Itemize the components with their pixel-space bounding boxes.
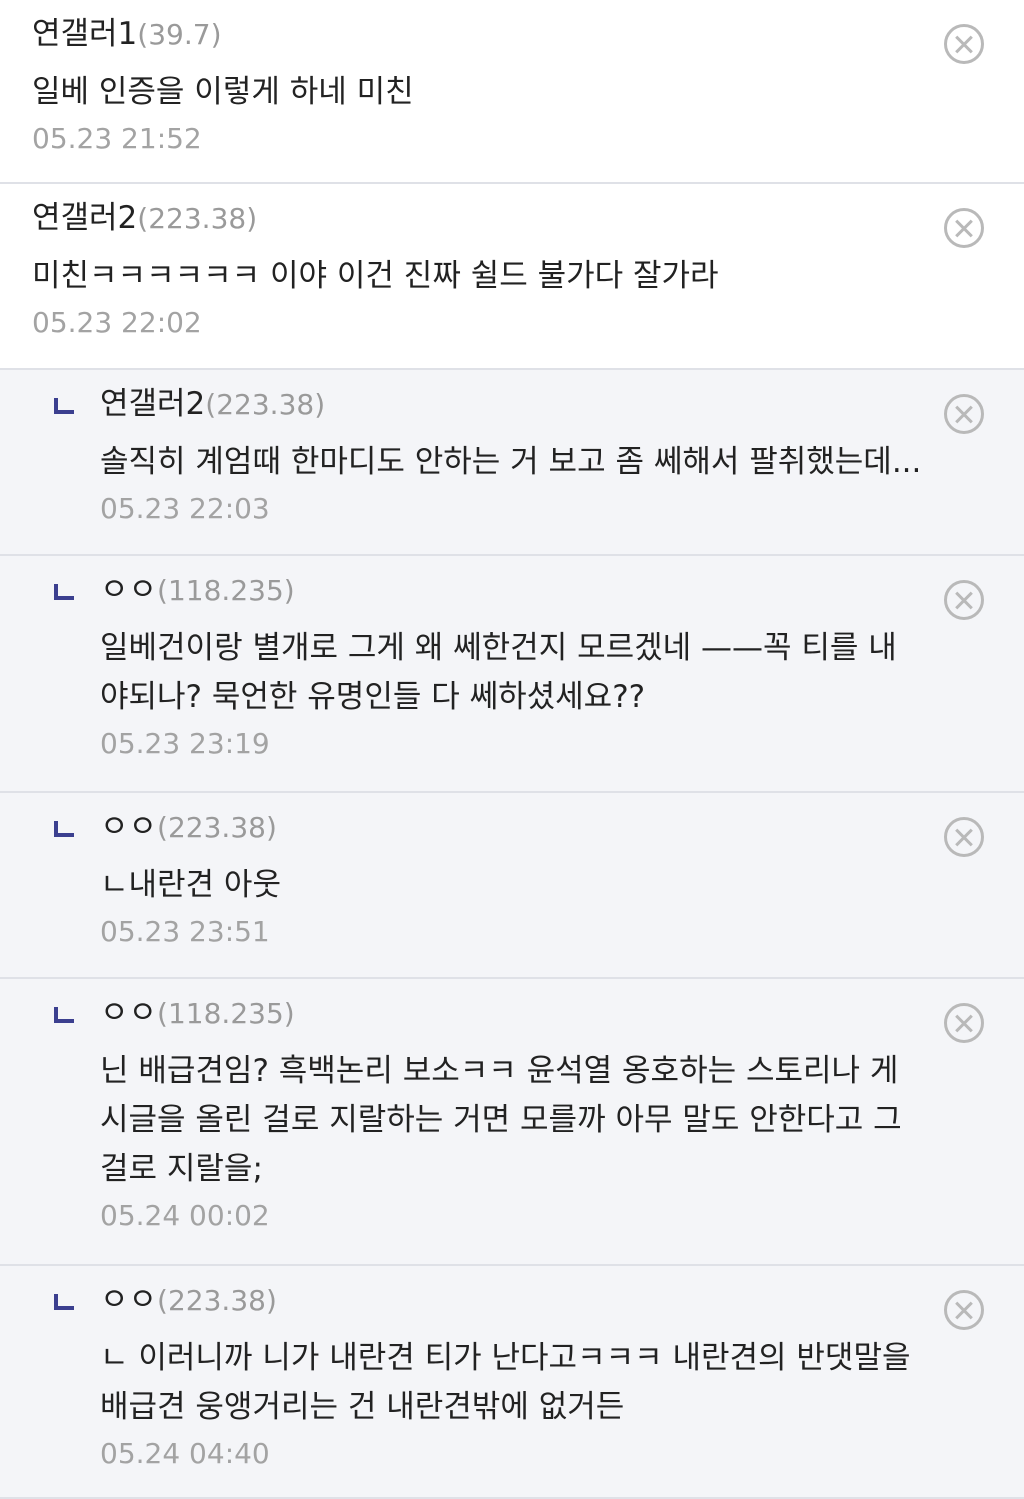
comment-time: 05.23 21:52	[32, 122, 202, 155]
comment-header: 연갤러1(39.7)	[32, 14, 924, 54]
comment-item: 연갤러1(39.7) 일베 인증을 이렇게 하네 미친 05.23 21:52	[0, 0, 1024, 184]
close-circle-icon[interactable]	[944, 24, 984, 64]
close-circle-icon[interactable]	[944, 394, 984, 434]
comment-nickname[interactable]: 연갤러2	[100, 386, 205, 422]
comment-text: 솔직히 계엄때 한마디도 안하는 거 보고 좀 쎄해서 팔취했는데...	[100, 444, 922, 480]
comment-nickname[interactable]: ㅇㅇ	[100, 572, 157, 608]
comment-time: 05.23 23:19	[100, 727, 270, 760]
comment-ip: (223.38)	[157, 1284, 277, 1317]
comment-text: 일베 인증을 이렇게 하네 미친	[32, 74, 414, 110]
comment-nickname[interactable]: ㅇㅇ	[100, 809, 157, 845]
close-circle-icon[interactable]	[944, 580, 984, 620]
close-circle-icon[interactable]	[944, 1290, 984, 1330]
reply-item: 연갤러2(223.38) 솔직히 계엄때 한마디도 안하는 거 보고 좀 쎄해서…	[0, 370, 1024, 556]
comment-ip: (39.7)	[137, 18, 222, 51]
comment-text: ㄴ내란견 아웃	[100, 867, 281, 903]
comment-header: ㅇㅇ(118.235)	[100, 570, 924, 610]
comment-nickname[interactable]: 연갤러1	[32, 16, 137, 52]
reply-arrow-icon	[54, 584, 74, 600]
reply-arrow-icon	[54, 1007, 74, 1023]
comment-header: ㅇㅇ(223.38)	[100, 1280, 924, 1320]
comment-time: 05.24 04:40	[100, 1437, 270, 1470]
comment-header: 연갤러2(223.38)	[100, 384, 924, 424]
comment-time: 05.23 22:02	[32, 306, 202, 339]
comment-text: ㄴ 이러니까 니가 내란견 티가 난다고ㅋㅋㅋ 내란견의 반댓말을 배급견 웅앵…	[100, 1340, 911, 1425]
comment-time: 05.23 23:51	[100, 915, 270, 948]
comment-text: 닌 배급견임? 흑백논리 보소ㅋㅋ 윤석열 옹호하는 스토리나 게시글을 올린 …	[100, 1053, 902, 1187]
comment-header: ㅇㅇ(223.38)	[100, 807, 924, 847]
reply-arrow-icon	[54, 1294, 74, 1310]
comment-text: 일베건이랑 별개로 그게 왜 쎄한건지 모르겠네 ——꼭 티를 내야되나? 묵언…	[100, 630, 897, 715]
reply-arrow-icon	[54, 398, 74, 414]
comment-header: ㅇㅇ(118.235)	[100, 993, 924, 1033]
comment-item: 연갤러2(223.38) 미친ㅋㅋㅋㅋㅋㅋ 이야 이건 진짜 쉴드 불가다 잘가…	[0, 184, 1024, 370]
comment-nickname[interactable]: 연갤러2	[32, 200, 137, 236]
close-circle-icon[interactable]	[944, 817, 984, 857]
close-circle-icon[interactable]	[944, 1003, 984, 1043]
reply-arrow-icon	[54, 821, 74, 837]
reply-item: ㅇㅇ(118.235) 일베건이랑 별개로 그게 왜 쎄한건지 모르겠네 ——꼭…	[0, 556, 1024, 793]
comment-nickname[interactable]: ㅇㅇ	[100, 995, 157, 1031]
reply-item: ㅇㅇ(223.38) ㄴ내란견 아웃 05.23 23:51	[0, 793, 1024, 979]
comment-nickname[interactable]: ㅇㅇ	[100, 1282, 157, 1318]
comment-time: 05.23 22:03	[100, 492, 270, 525]
comment-ip: (118.235)	[157, 574, 295, 607]
comment-header: 연갤러2(223.38)	[32, 198, 924, 238]
close-circle-icon[interactable]	[944, 208, 984, 248]
comment-ip: (118.235)	[157, 997, 295, 1030]
comment-list: 연갤러1(39.7) 일베 인증을 이렇게 하네 미친 05.23 21:52 …	[0, 0, 1024, 1499]
comment-text: 미친ㅋㅋㅋㅋㅋㅋ 이야 이건 진짜 쉴드 불가다 잘가라	[32, 258, 719, 294]
reply-item: ㅇㅇ(223.38) ㄴ 이러니까 니가 내란견 티가 난다고ㅋㅋㅋ 내란견의 …	[0, 1266, 1024, 1499]
comment-time: 05.24 00:02	[100, 1199, 270, 1232]
comment-ip: (223.38)	[137, 202, 258, 235]
comment-ip: (223.38)	[205, 388, 326, 421]
reply-item: ㅇㅇ(118.235) 닌 배급견임? 흑백논리 보소ㅋㅋ 윤석열 옹호하는 스…	[0, 979, 1024, 1266]
comment-ip: (223.38)	[157, 811, 277, 844]
